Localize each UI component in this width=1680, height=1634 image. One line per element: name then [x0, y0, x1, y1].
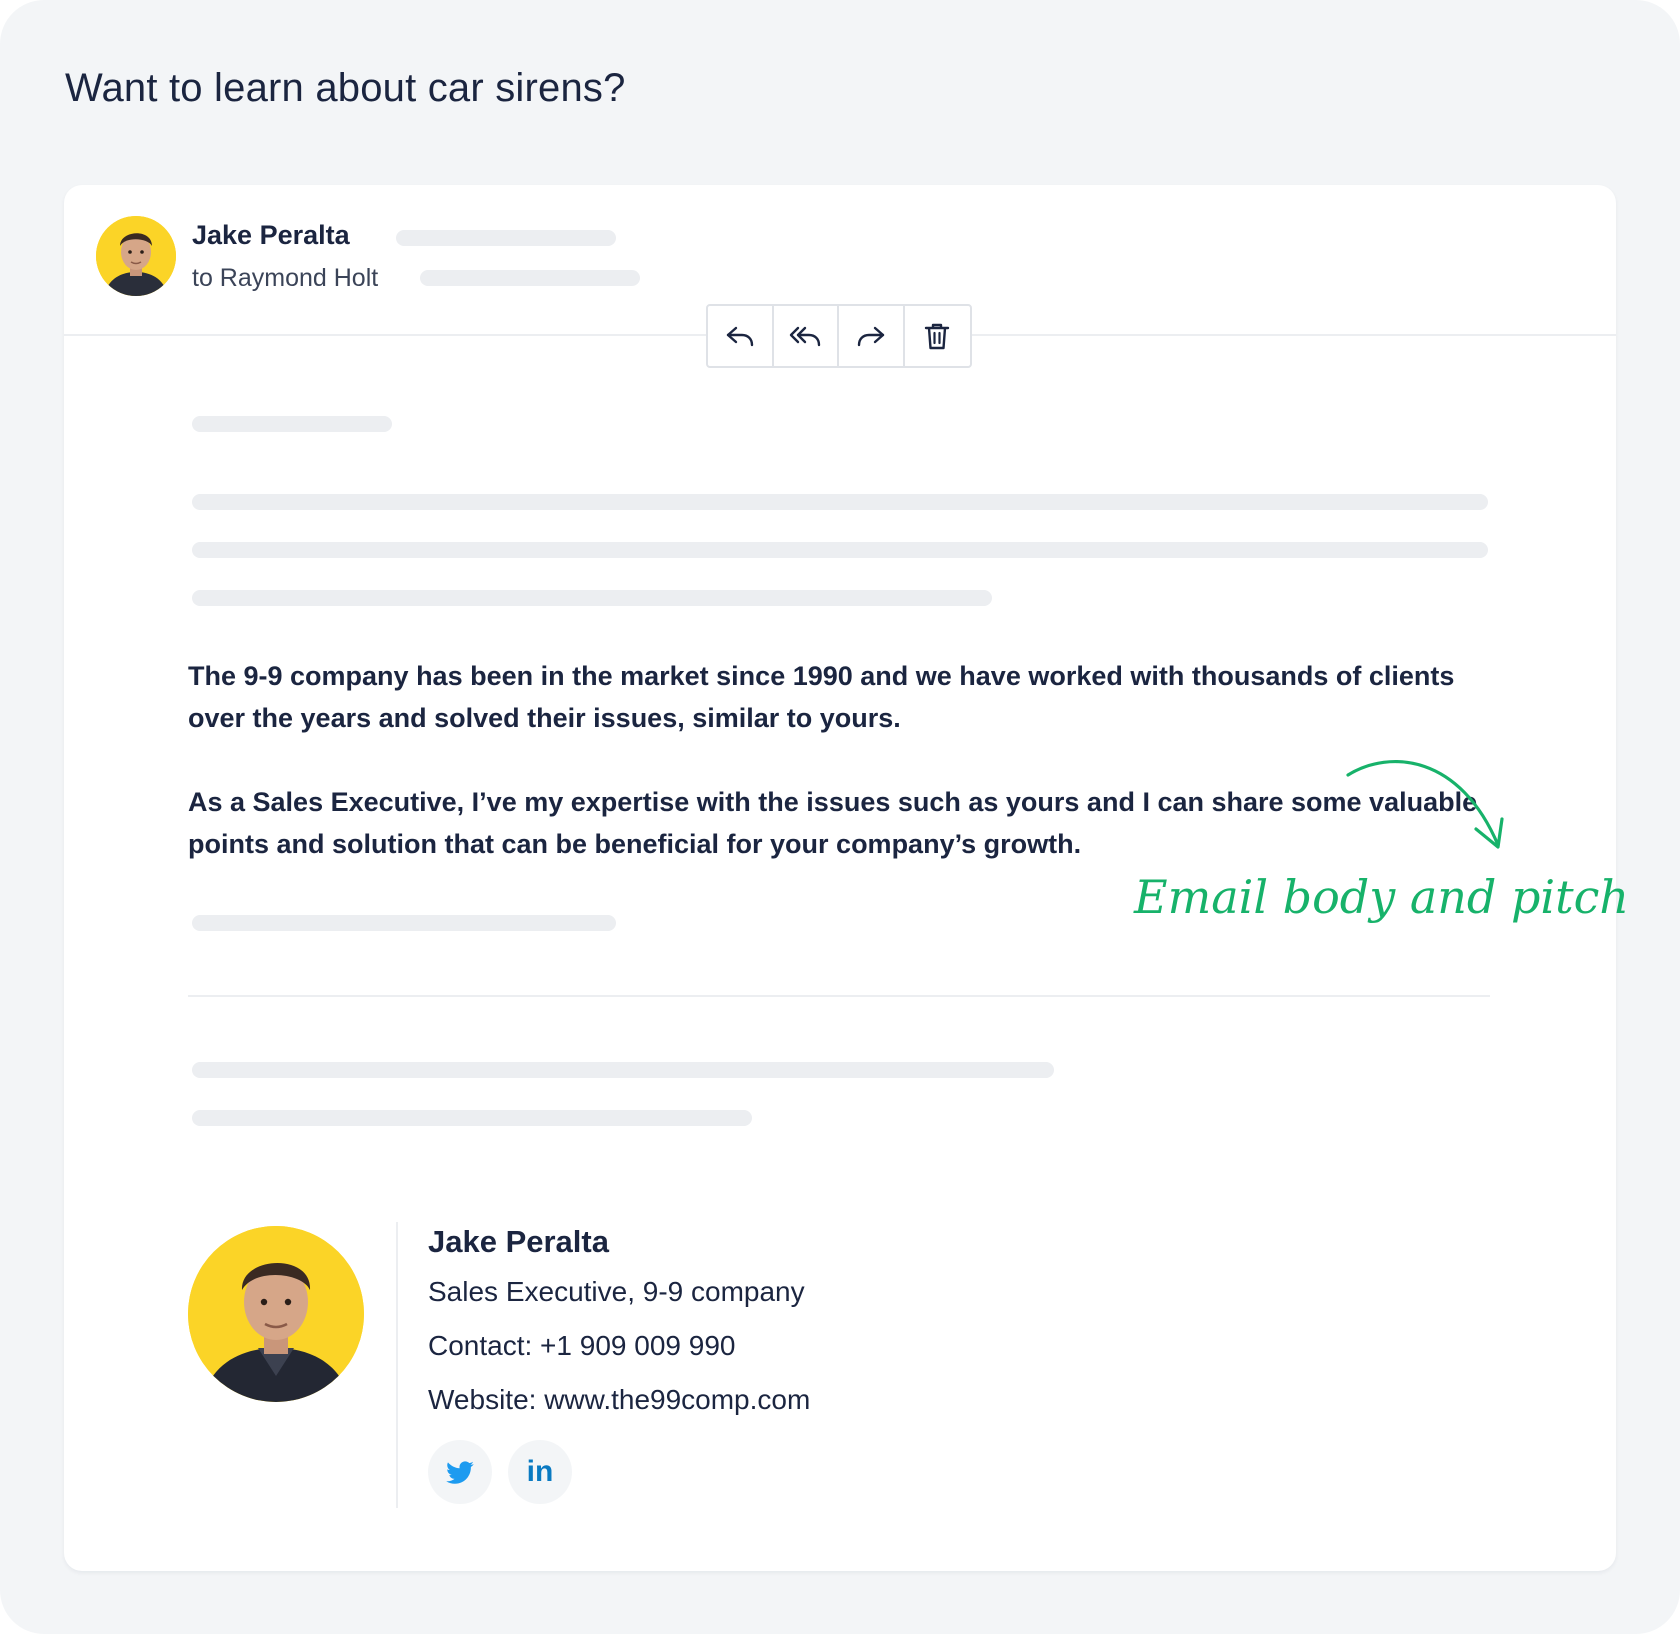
placeholder-line	[192, 416, 392, 432]
twitter-link[interactable]	[428, 1440, 492, 1504]
placeholder-line	[192, 1110, 752, 1126]
reply-button[interactable]	[708, 306, 774, 366]
signature-name: Jake Peralta	[428, 1224, 609, 1259]
annotation-label: Email body and pitch	[1134, 870, 1630, 924]
sender-avatar[interactable]	[96, 216, 176, 296]
sender-name[interactable]: Jake Peralta	[192, 220, 350, 251]
linkedin-link[interactable]: in	[508, 1440, 572, 1504]
placeholder-line	[192, 494, 1488, 510]
delete-button[interactable]	[905, 306, 970, 366]
email-body-paragraph: The 9-9 company has been in the market s…	[188, 661, 1455, 733]
signature-vertical-divider	[396, 1222, 398, 1508]
page-title: Want to learn about car sirens?	[65, 66, 626, 110]
placeholder-line	[192, 542, 1488, 558]
recipient-line: to Raymond Holt	[192, 264, 379, 292]
person-photo-icon	[96, 216, 176, 296]
reply-all-button[interactable]	[774, 306, 839, 366]
signature-contact: Contact: +1 909 009 990	[428, 1330, 736, 1361]
placeholder-line	[192, 590, 992, 606]
linkedin-icon: in	[526, 1455, 554, 1488]
email-body-paragraph: As a Sales Executive, I’ve my expertise …	[188, 787, 1478, 859]
trash-icon	[925, 323, 950, 350]
twitter-icon	[446, 1461, 474, 1484]
signature-divider	[188, 995, 1490, 997]
reply-icon	[726, 326, 753, 347]
email-toolbar	[706, 304, 972, 368]
signature-avatar	[188, 1226, 364, 1402]
placeholder-line	[396, 230, 616, 246]
forward-button[interactable]	[839, 306, 905, 366]
placeholder-line	[192, 1062, 1054, 1078]
person-photo-icon	[188, 1226, 364, 1402]
placeholder-line	[192, 915, 616, 931]
reply-all-icon	[790, 326, 821, 347]
placeholder-line	[420, 270, 640, 286]
forward-icon	[857, 326, 884, 347]
curved-arrow-icon	[1346, 759, 1504, 849]
signature-title: Sales Executive, 9-9 company	[428, 1276, 805, 1307]
signature-website[interactable]: Website: www.the99comp.com	[428, 1384, 810, 1416]
